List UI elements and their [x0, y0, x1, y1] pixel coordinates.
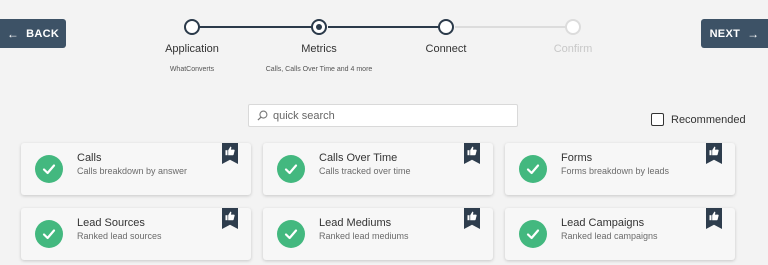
check-icon	[35, 220, 63, 248]
stepper-line-done-2	[328, 26, 441, 28]
metric-card-subtitle: Calls breakdown by answer	[77, 166, 188, 176]
thumbs-up-icon	[225, 146, 235, 156]
metric-card-title: Lead Mediums	[319, 217, 392, 229]
metric-card-calls-over-time[interactable]: Calls Over Time Calls tracked over time	[263, 143, 493, 195]
step-sub-metrics: Calls, Calls Over Time and 4 more	[265, 66, 373, 73]
recommended-label: Recommended	[671, 113, 746, 126]
metric-card-subtitle: Ranked lead campaigns	[561, 231, 658, 241]
metric-card-forms[interactable]: Forms Forms breakdown by leads	[505, 143, 735, 195]
step-dot-metrics[interactable]	[311, 19, 327, 35]
metric-card-title: Lead Campaigns	[561, 217, 645, 229]
thumbs-up-icon	[225, 211, 235, 221]
metric-card-calls[interactable]: Calls Calls breakdown by answer	[21, 143, 251, 195]
recommended-badge	[464, 143, 480, 164]
metric-card-lead-sources[interactable]: Lead Sources Ranked lead sources	[21, 208, 251, 260]
metric-card-subtitle: Calls tracked over time	[319, 166, 411, 176]
step-dot-connect[interactable]	[438, 19, 454, 35]
next-button[interactable]: NEXT →	[701, 19, 768, 48]
arrow-left-icon: ←	[6, 26, 20, 41]
metric-card-title: Calls Over Time	[319, 152, 398, 164]
recommended-badge	[222, 208, 238, 229]
recommended-badge	[706, 143, 722, 164]
step-label-metrics[interactable]: Metrics	[301, 43, 336, 55]
stepper-line-pending	[455, 26, 566, 28]
metric-card-title: Forms	[561, 152, 593, 164]
check-icon	[277, 220, 305, 248]
check-icon	[519, 220, 547, 248]
metric-card-subtitle: Ranked lead sources	[77, 231, 162, 241]
back-button[interactable]: ← BACK	[0, 19, 66, 48]
thumbs-up-icon	[467, 211, 477, 221]
check-icon	[35, 155, 63, 183]
step-label-connect[interactable]: Connect	[426, 43, 467, 55]
step-dot-confirm	[565, 19, 581, 35]
recommended-badge	[222, 143, 238, 164]
check-icon	[277, 155, 305, 183]
metric-card-subtitle: Ranked lead mediums	[319, 231, 409, 241]
check-icon	[519, 155, 547, 183]
recommended-filter[interactable]: Recommended	[651, 113, 746, 126]
step-dot-application[interactable]	[184, 19, 200, 35]
step-sub-application: WhatConverts	[169, 66, 215, 73]
step-label-application[interactable]: Application	[165, 43, 219, 55]
metric-card-lead-mediums[interactable]: Lead Mediums Ranked lead mediums	[263, 208, 493, 260]
arrow-right-icon: →	[747, 26, 760, 41]
metric-card-subtitle: Forms breakdown by leads	[561, 166, 670, 176]
search-input[interactable]	[273, 109, 503, 122]
metric-card-title: Calls	[77, 152, 102, 164]
recommended-checkbox[interactable]	[651, 113, 664, 126]
recommended-badge	[464, 208, 480, 229]
metric-card-lead-campaigns[interactable]: Lead Campaigns Ranked lead campaigns	[505, 208, 735, 260]
thumbs-up-icon	[709, 146, 719, 156]
search-box[interactable]	[248, 104, 518, 127]
progress-stepper: Application Metrics Connect Confirm What…	[165, 19, 592, 79]
step-label-confirm: Confirm	[553, 43, 593, 55]
thumbs-up-icon	[709, 211, 719, 221]
thumbs-up-icon	[467, 146, 477, 156]
metric-card-title: Lead Sources	[77, 217, 145, 229]
search-icon	[257, 110, 268, 121]
stepper-line-done-1	[193, 26, 319, 28]
recommended-badge	[706, 208, 722, 229]
back-button-label: BACK	[26, 27, 60, 40]
next-button-label: NEXT	[709, 27, 741, 40]
